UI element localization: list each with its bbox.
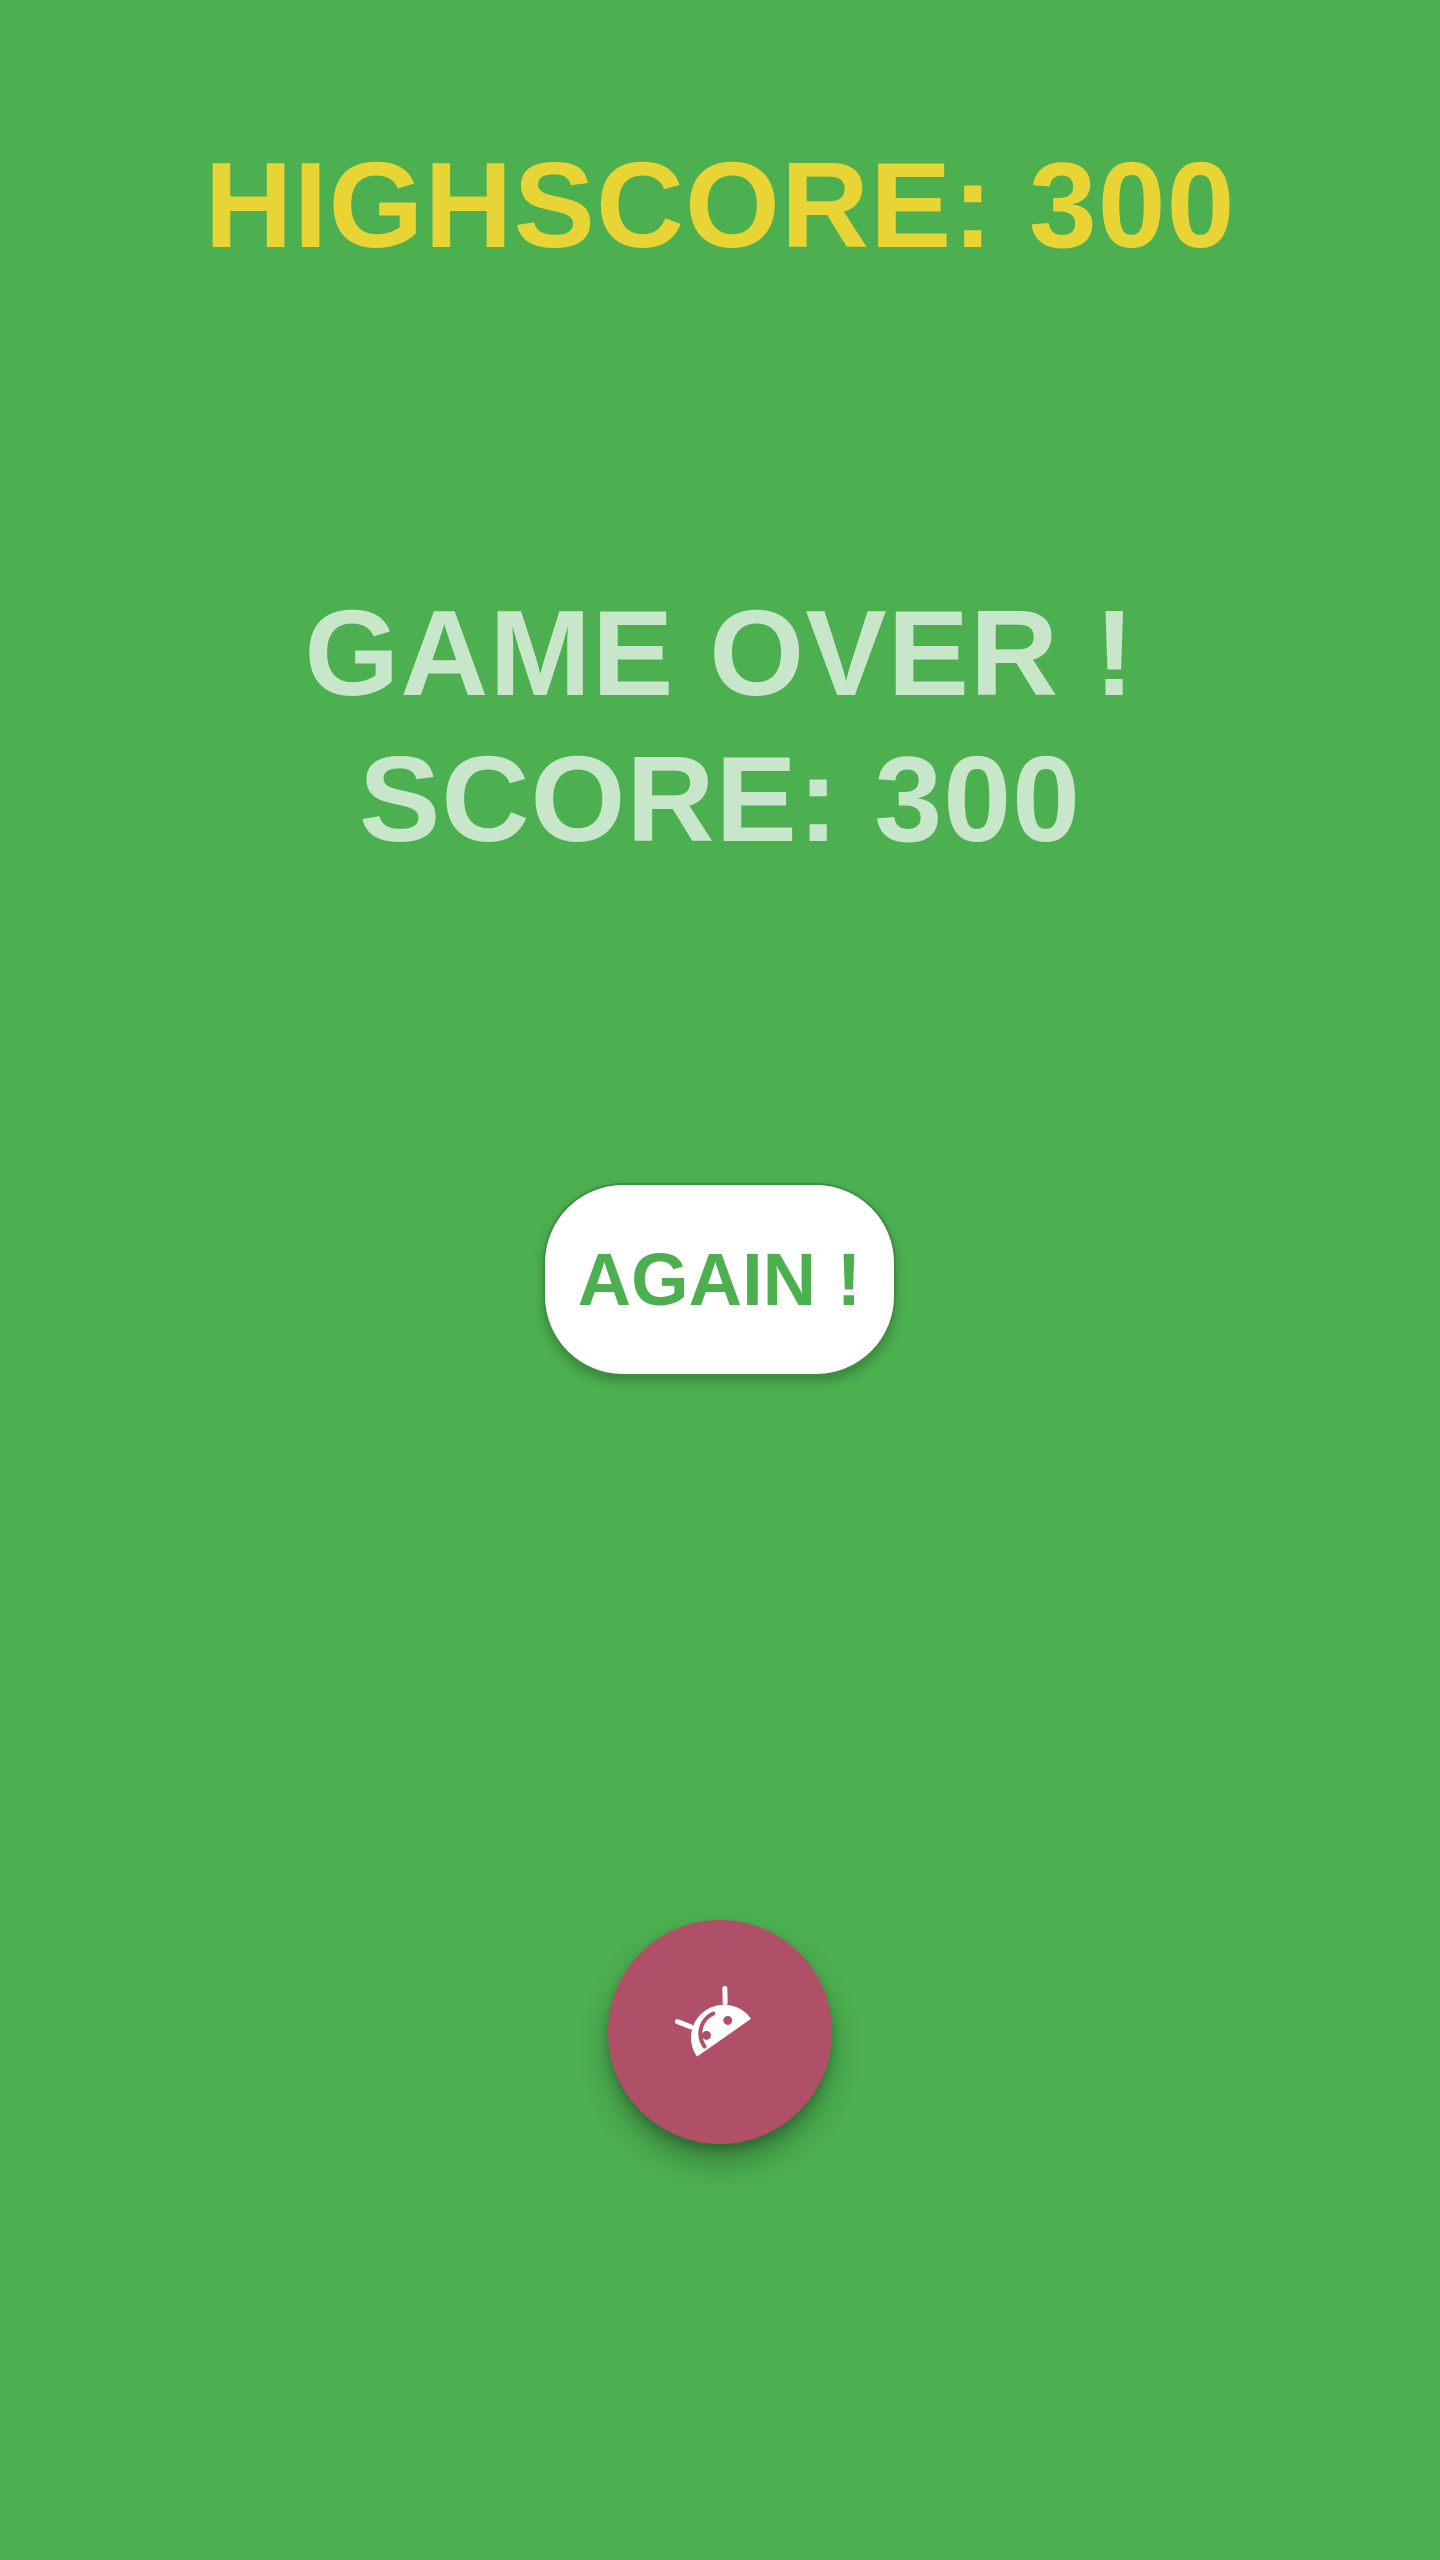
score-label: SCORE: 300 <box>359 731 1081 867</box>
result-block: GAME OVER ! SCORE: 300 <box>0 580 1440 872</box>
highscore-label: HIGHSCORE: 300 <box>204 137 1236 273</box>
android-fab-button[interactable] <box>608 1920 832 2144</box>
android-robot-icon <box>674 1985 752 2057</box>
game-over-title: GAME OVER ! <box>304 585 1136 721</box>
again-button[interactable]: AGAIN ! <box>543 1183 896 1376</box>
